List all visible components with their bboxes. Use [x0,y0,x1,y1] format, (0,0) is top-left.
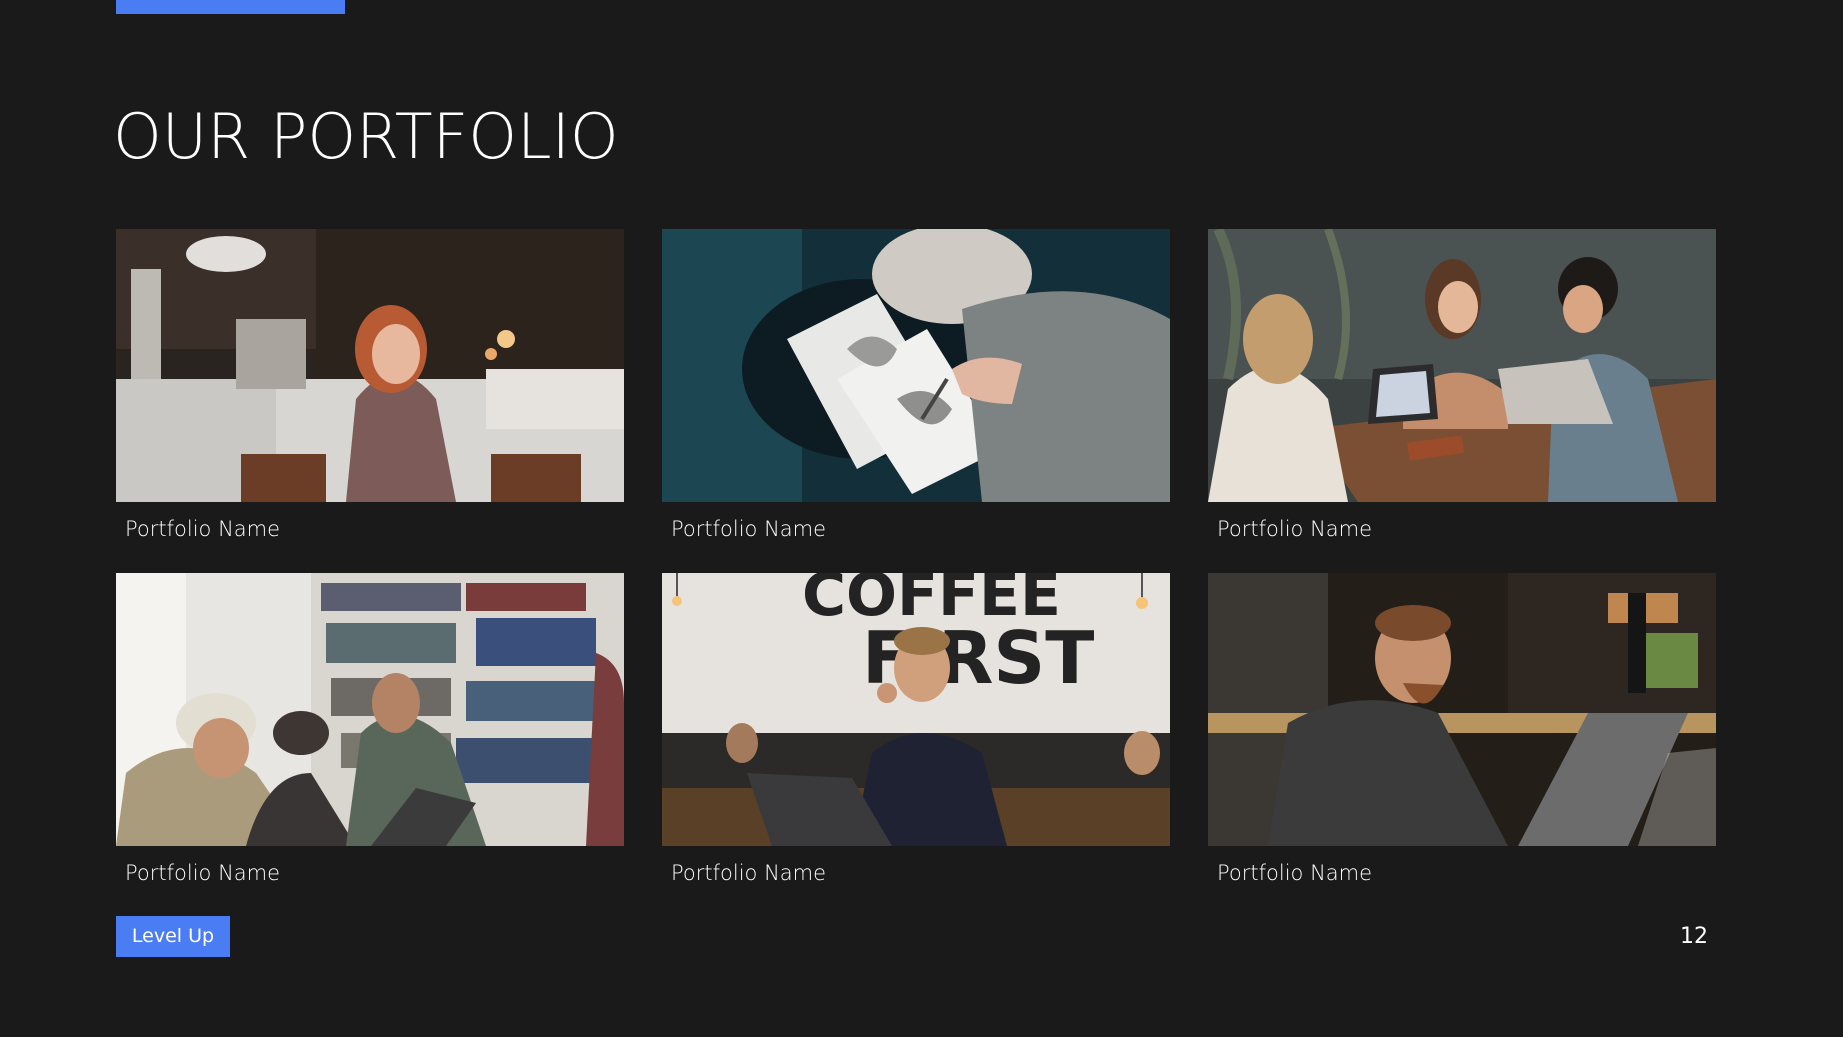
portfolio-name: Portfolio Name [125,861,281,885]
portfolio-name: Portfolio Name [1217,861,1373,885]
men-in-library-photo [116,573,624,846]
portfolio-name: Portfolio Name [671,861,827,885]
page-title: OUR PORTFOLIO [113,100,619,173]
man-with-laptop-cafe-photo [1208,573,1716,846]
portfolio-name: Portfolio Name [125,517,281,541]
page-number: 12 [1680,924,1708,949]
person-sketching-photo [662,229,1170,502]
group-with-laptops-photo [1208,229,1716,502]
top-accent-bar [116,0,345,14]
woman-in-cafe-photo [116,229,624,502]
level-up-tag[interactable]: Level Up [116,916,230,957]
man-on-phone-coffee-shop-photo: COFFEE FIRST [662,573,1170,846]
portfolio-name: Portfolio Name [1217,517,1373,541]
portfolio-name: Portfolio Name [671,517,827,541]
